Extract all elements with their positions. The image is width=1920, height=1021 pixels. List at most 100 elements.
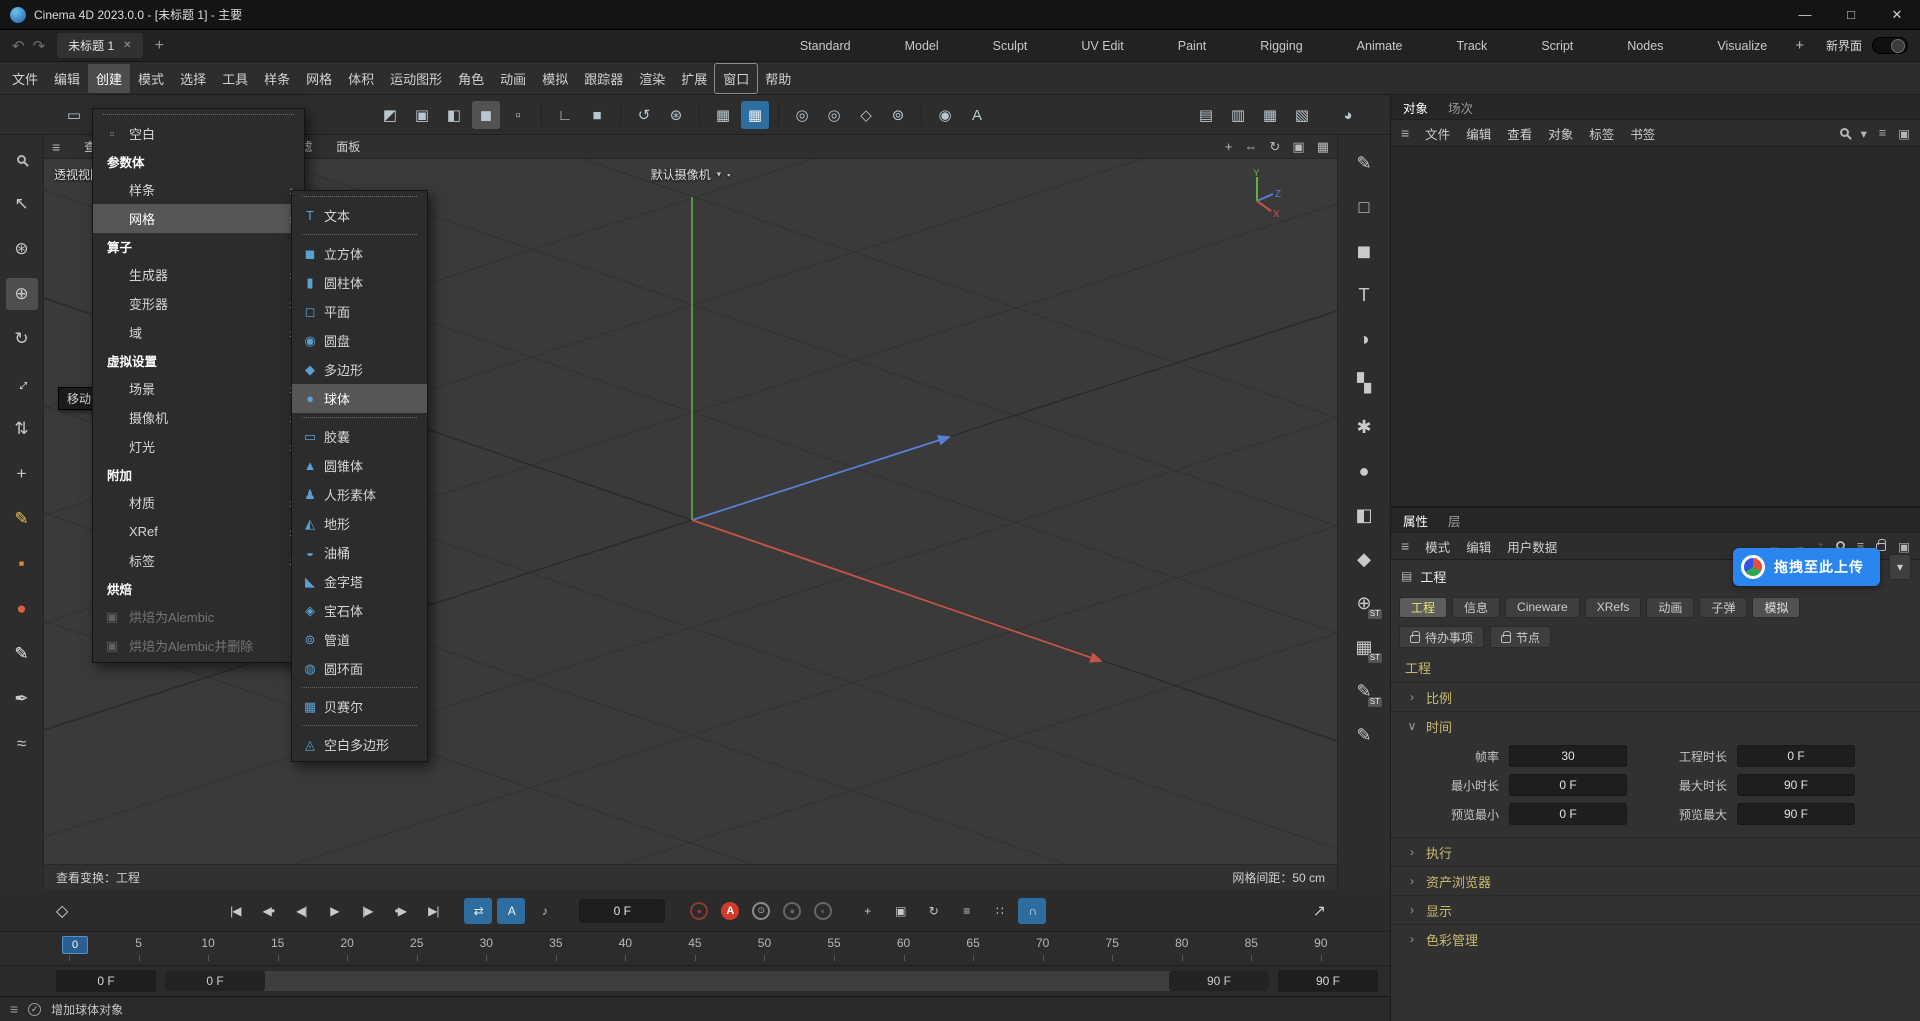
edges-mode-icon[interactable]: ◧ — [440, 101, 468, 129]
record-circle-1[interactable]: ● — [783, 902, 801, 920]
position-toggle[interactable]: + — [853, 898, 881, 924]
pencil-gray-icon[interactable]: ✎ — [1347, 719, 1381, 751]
snap-toggle-icon[interactable]: ▦ — [741, 101, 769, 129]
layout-visualize[interactable]: Visualize — [1717, 39, 1767, 53]
group-time[interactable]: ∨ 时间 — [1391, 711, 1920, 740]
menu-item-bake-alembic[interactable]: ▣ 烘焙为Alembic — [93, 602, 304, 631]
redo-icon[interactable]: ↷ — [33, 37, 46, 55]
fcurve-icon[interactable]: ↗ — [1313, 901, 1326, 921]
menu-item-disc[interactable]: ◉ 圆盘 — [292, 326, 427, 355]
panel-icon[interactable]: ▣ — [1898, 539, 1910, 554]
brush-tool-icon[interactable]: ✎ — [6, 638, 38, 670]
menu-character[interactable]: 角色 — [450, 64, 492, 93]
prism-icon[interactable]: ◆ — [1347, 543, 1381, 575]
om-menu-icon[interactable]: ≡ — [1401, 125, 1409, 141]
layout-model[interactable]: Model — [905, 39, 939, 53]
cube-object-icon[interactable]: ◼ — [1347, 235, 1381, 267]
vp-menu-panel[interactable]: 面板 — [336, 138, 360, 155]
globe-icon[interactable]: ⊕ST — [1347, 587, 1381, 619]
render-settings-icon[interactable]: ▧ — [1288, 101, 1316, 129]
layout-animate[interactable]: Animate — [1357, 39, 1403, 53]
object-list[interactable] — [1391, 147, 1920, 508]
menu-file[interactable]: 文件 — [4, 64, 46, 93]
camera-menu-icon[interactable]: ▾ — [717, 169, 722, 180]
next-frame-button[interactable]: |▶ — [353, 898, 381, 924]
layout-paint[interactable]: Paint — [1178, 39, 1207, 53]
annotate-icon[interactable]: A — [963, 101, 991, 129]
upload-dropdown-icon[interactable]: ▾ — [1889, 554, 1911, 580]
prev-key-button[interactable]: ◀• — [254, 898, 282, 924]
menu-mograph[interactable]: 运动图形 — [382, 64, 450, 93]
viewport-menu-icon[interactable]: ≡ — [52, 139, 60, 155]
preview-min-field[interactable]: 0 F — [1509, 803, 1627, 825]
panel-icon[interactable]: ▣ — [1898, 126, 1910, 141]
upload-overlay-button[interactable]: 拖拽至此上传 — [1733, 548, 1880, 586]
maximize-button[interactable]: □ — [1828, 0, 1874, 30]
brush-st-icon[interactable]: ✎ST — [1347, 675, 1381, 707]
record-keyframe-button[interactable]: ● — [690, 902, 708, 920]
menu-item-empty[interactable]: ▫ 空白 — [93, 119, 304, 148]
menu-item-spline[interactable]: 样条 › — [93, 175, 304, 204]
menu-tools[interactable]: 工具 — [214, 64, 256, 93]
goto-start-button[interactable]: |◀ — [221, 898, 249, 924]
menu-item-bezier[interactable]: ▦ 贝赛尔 — [292, 692, 427, 721]
layout-rigging[interactable]: Rigging — [1260, 39, 1302, 53]
mode-tab-cineware[interactable]: Cineware — [1505, 597, 1580, 618]
menu-item-sphere[interactable]: ● 球体 — [292, 384, 427, 413]
poly-pen-icon[interactable]: ◧ — [1347, 499, 1381, 531]
coordinate-system-icon[interactable]: ↺ — [630, 101, 658, 129]
status-menu-icon[interactable]: ≡ — [10, 1001, 18, 1017]
range-start-field[interactable]: 0 F — [56, 970, 156, 992]
menu-simulate[interactable]: 模拟 — [534, 64, 576, 93]
menu-item-cone[interactable]: ▲ 圆锥体 — [292, 451, 427, 480]
ink-pen-icon[interactable]: ✒ — [6, 683, 38, 715]
select-cursor-icon[interactable]: ↖ — [6, 188, 38, 220]
render-picture-viewer-icon[interactable]: ▥ — [1224, 101, 1252, 129]
am-menu-edit[interactable]: 编辑 — [1466, 537, 1491, 556]
menu-item-bake-alembic-delete[interactable]: ▣ 烘焙为Alembic并删除 — [93, 631, 304, 660]
safe-frame-icon[interactable]: ◉ — [931, 101, 959, 129]
workplane-gear-icon[interactable]: ⊛ — [662, 101, 690, 129]
group-scale[interactable]: › 比例 — [1391, 682, 1920, 711]
next-key-button[interactable]: •▶ — [386, 898, 414, 924]
rotation-toggle[interactable]: ↻ — [919, 898, 947, 924]
menu-item-text[interactable]: T 文本 — [292, 201, 427, 230]
menu-item-material[interactable]: 材质 › — [93, 488, 304, 517]
am-menu-mode[interactable]: 模式 — [1425, 537, 1450, 556]
snap-2d-icon[interactable]: ◎ — [820, 101, 848, 129]
menu-window[interactable]: 窗口 — [715, 64, 757, 93]
range-start-handle[interactable]: 0 F — [165, 971, 265, 991]
todo-button[interactable]: 待办事项 — [1399, 626, 1484, 648]
camera-label[interactable]: 默认摄像机 ▾ ▪ — [651, 166, 731, 183]
tab-layers[interactable]: 层 — [1448, 511, 1461, 530]
menu-item-oil-tank[interactable]: ◒ 油桶 — [292, 538, 427, 567]
layout-standard[interactable]: Standard — [800, 39, 851, 53]
clapper-icon[interactable]: ▦ST — [1347, 631, 1381, 663]
snap-3d-icon[interactable]: ◎ — [788, 101, 816, 129]
menu-help[interactable]: 帮助 — [757, 64, 799, 93]
menu-mesh[interactable]: 网格 — [298, 64, 340, 93]
layout-sculpt[interactable]: Sculpt — [993, 39, 1028, 53]
playhead[interactable]: 0 — [62, 936, 88, 954]
menu-item-polygon[interactable]: ◆ 多边形 — [292, 355, 427, 384]
om-menu-object[interactable]: 对象 — [1548, 124, 1573, 143]
max-time-field[interactable]: 90 F — [1737, 774, 1855, 796]
menu-item-pyramid[interactable]: ◣ 金字塔 — [292, 567, 427, 596]
layout-track[interactable]: Track — [1457, 39, 1488, 53]
menu-item-mesh[interactable]: 网格 › — [93, 204, 304, 233]
tab-takes[interactable]: 场次 — [1448, 98, 1473, 117]
om-menu-bookmarks[interactable]: 书签 — [1630, 124, 1655, 143]
mode-tab-animation[interactable]: 动画 — [1646, 597, 1694, 618]
menu-animate[interactable]: 动画 — [492, 64, 534, 93]
group-asset-browser[interactable]: › 资产浏览器 — [1391, 866, 1920, 895]
mode-tab-project[interactable]: 工程 — [1399, 597, 1447, 618]
undo-icon[interactable]: ↶ — [12, 37, 25, 55]
transfer-tool-icon[interactable]: ⇅ — [6, 413, 38, 445]
nodes-button[interactable]: 节点 — [1490, 626, 1551, 648]
play-button[interactable]: ▶ — [320, 898, 348, 924]
group-execution[interactable]: › 执行 — [1391, 837, 1920, 866]
rectangle-spline-icon[interactable]: □ — [1347, 191, 1381, 223]
tab-objects[interactable]: 对象 — [1403, 98, 1428, 117]
menu-item-cylinder[interactable]: ▮ 圆柱体 — [292, 268, 427, 297]
minimize-button[interactable]: — — [1782, 0, 1828, 30]
